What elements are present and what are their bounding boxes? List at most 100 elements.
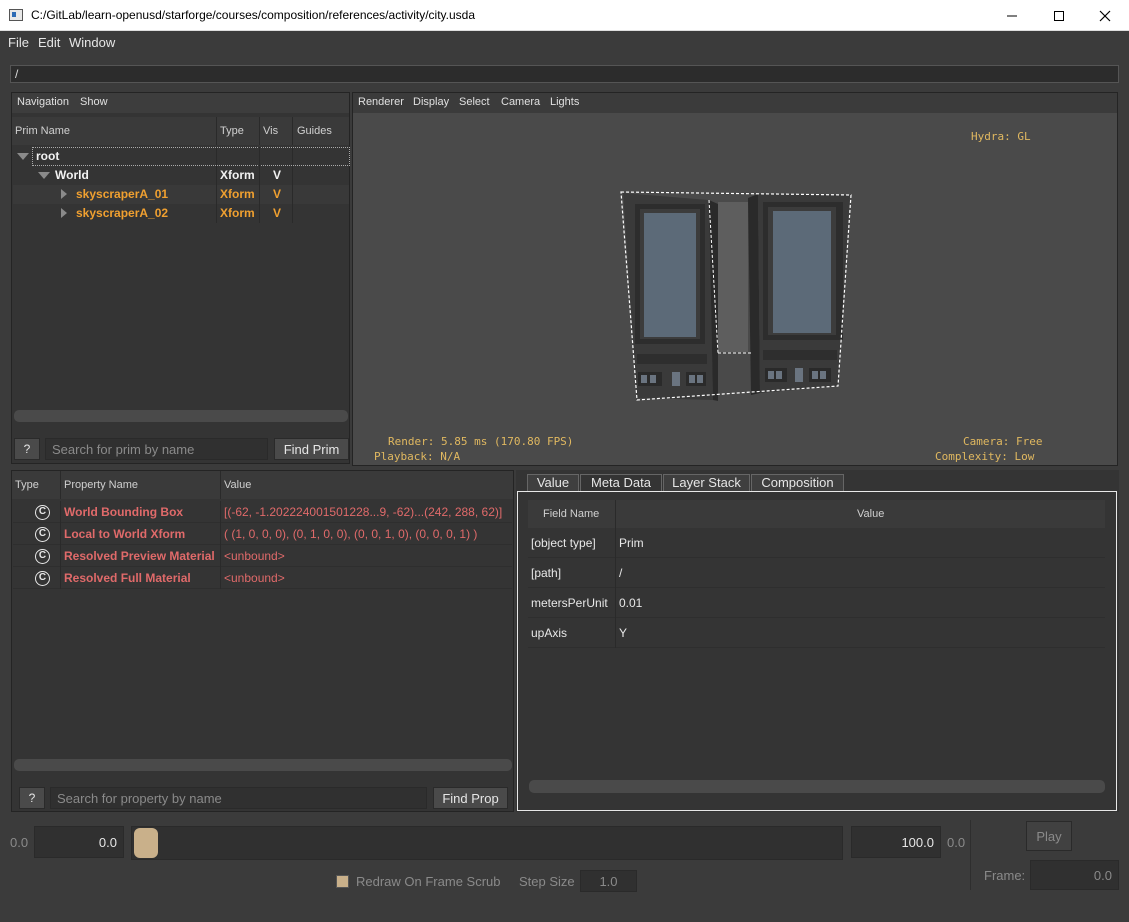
property-help-button[interactable]: ? [19,787,45,809]
expand-arrow-icon[interactable] [38,172,50,179]
path-field[interactable]: / [10,65,1119,83]
tab-layer-stack[interactable]: Layer Stack [663,474,750,491]
column-value[interactable]: Value [857,508,884,520]
field-name: upAxis [531,626,568,640]
computed-property-icon: C [35,549,50,564]
property-panel: Type Property Name Value C World Boundin… [11,470,514,812]
redraw-label: Redraw On Frame Scrub [356,874,501,889]
menu-window[interactable]: Window [69,35,115,50]
tab-meta-data[interactable]: Meta Data [580,474,662,492]
play-button[interactable]: Play [1026,821,1072,851]
prim-vis[interactable]: V [273,206,281,220]
find-prim-button[interactable]: Find Prim [274,438,349,460]
prim-tree-scrollbar[interactable] [14,410,348,422]
tree-row-skyscraper-01[interactable]: skyscraperA_01 Xform V [13,185,349,204]
prim-type: Xform [220,206,255,220]
frame-slider-handle[interactable] [134,828,158,858]
prim-help-button[interactable]: ? [14,438,40,460]
tree-row-root[interactable]: root [13,147,350,166]
property-value: ( (1, 0, 0, 0), (0, 1, 0, 0), (0, 0, 1, … [224,527,478,541]
column-vis[interactable]: Vis [263,125,278,137]
expand-arrow-icon[interactable] [17,153,29,160]
renderer-menu[interactable]: Renderer [358,96,404,108]
window-title: C:/GitLab/learn-openusd/starforge/course… [31,8,475,22]
prim-vis[interactable]: V [273,187,281,201]
property-row[interactable]: C Local to World Xform ( (1, 0, 0, 0), (… [13,523,512,545]
tree-row-skyscraper-02[interactable]: skyscraperA_02 Xform V [13,204,349,223]
tab-value[interactable]: Value [527,474,579,491]
camera-menu[interactable]: Camera [501,96,540,108]
prim-name: World [55,168,89,182]
prim-type: Xform [220,187,255,201]
app-icon [9,9,23,21]
step-size-input[interactable]: 1.0 [580,870,637,892]
prim-name: root [36,149,60,163]
column-value[interactable]: Value [224,479,251,491]
metadata-frame: Field Name Value [object type] Prim [pat… [517,491,1117,811]
metadata-rows: [object type] Prim [path] / metersPerUni… [528,528,1105,648]
display-menu[interactable]: Display [413,96,449,108]
property-row[interactable]: C Resolved Full Material <unbound> [13,567,512,589]
prim-tree-header: Prim Name Type Vis Guides [12,117,349,145]
start-frame-input[interactable]: 0.0 [34,826,124,858]
select-menu[interactable]: Select [459,96,490,108]
menu-edit[interactable]: Edit [38,35,60,50]
column-guides[interactable]: Guides [297,125,332,137]
prim-name: skyscraperA_02 [76,206,169,220]
collapse-arrow-icon[interactable] [61,208,67,218]
show-menu[interactable]: Show [80,96,108,108]
frame-input[interactable]: 0.0 [1030,860,1119,890]
title-bar: C:/GitLab/learn-openusd/starforge/course… [0,0,1129,31]
redraw-checkbox[interactable] [336,875,349,888]
property-header: Type Property Name Value [12,471,513,499]
maximize-icon [1054,10,1064,21]
column-type[interactable]: Type [220,125,244,137]
field-value: / [619,566,623,580]
close-button[interactable] [1082,0,1128,31]
field-value: Y [619,626,628,640]
column-type[interactable]: Type [15,479,39,491]
end-frame-label: 0.0 [947,835,966,850]
end-frame-input[interactable]: 100.0 [851,826,941,858]
minimize-button[interactable] [989,0,1035,31]
hud-render-time: Render: 5.85 ms (170.80 FPS) [388,435,574,448]
column-property-name[interactable]: Property Name [64,479,138,491]
hud-camera: Camera: Free [963,435,1043,448]
column-prim-name[interactable]: Prim Name [15,125,70,137]
hud-complexity: Complexity: Low [935,450,1035,463]
prim-vis[interactable]: V [273,168,281,182]
property-search-input[interactable]: Search for property by name [50,787,427,809]
skyscraper-models-render [620,191,852,401]
property-row[interactable]: C Resolved Preview Material <unbound> [13,545,512,567]
property-row[interactable]: C World Bounding Box [(-62, -1.202224001… [13,501,512,523]
field-name: metersPerUnit [531,596,608,610]
property-name: Local to World Xform [64,527,186,541]
tree-row-world[interactable]: World Xform V [13,166,349,185]
metadata-header: Field Name Value [528,500,1105,528]
property-name: World Bounding Box [64,505,184,519]
minimize-icon [1007,15,1017,16]
tab-composition[interactable]: Composition [751,474,844,491]
hud-renderer: Hydra: GL [971,130,1031,143]
property-value: [(-62, -1.202224001501228...9, -62)...(2… [224,505,503,519]
column-field-name[interactable]: Field Name [543,508,599,520]
viewport-panel[interactable]: Renderer Display Select Camera Lights Hy… [352,92,1118,466]
start-frame-label: 0.0 [10,835,29,850]
find-prop-button[interactable]: Find Prop [433,787,508,809]
field-name: [path] [531,566,562,580]
property-value: <unbound> [224,549,285,563]
lights-menu[interactable]: Lights [550,96,579,108]
frame-slider-track[interactable] [131,826,843,860]
metadata-scrollbar[interactable] [529,780,1105,793]
maximize-button[interactable] [1036,0,1082,31]
menu-file[interactable]: File [8,35,29,50]
computed-property-icon: C [35,505,50,520]
prim-search-input[interactable]: Search for prim by name [45,438,268,460]
prim-browser-toolbar: Navigation Show [12,93,349,113]
property-scrollbar[interactable] [14,759,512,771]
collapse-arrow-icon[interactable] [61,189,67,199]
frame-label: Frame: [984,868,1026,883]
close-icon [1099,10,1111,21]
navigation-menu[interactable]: Navigation [17,96,69,108]
field-value: 0.01 [619,596,643,610]
